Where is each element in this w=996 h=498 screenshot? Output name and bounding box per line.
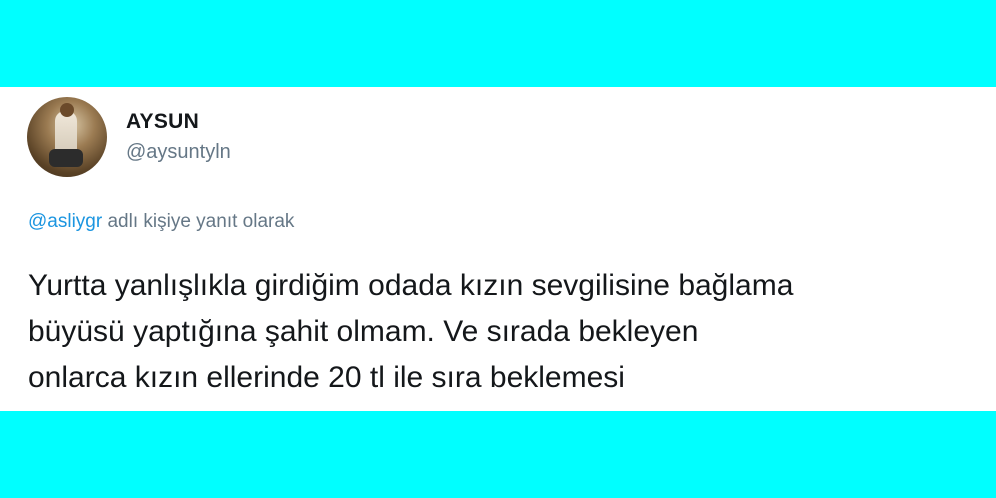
reply-context: @asliygr adlı kişiye yanıt olarak bbox=[28, 211, 294, 233]
author-name[interactable]: AYSUN bbox=[126, 110, 199, 134]
avatar-legs bbox=[49, 149, 83, 167]
tweet-text-line: büyüsü yaptığına şahit olmam. Ve sırada … bbox=[28, 315, 699, 348]
tweet-text: Yurtta yanlışlıkla girdiğim odada kızın … bbox=[28, 263, 978, 401]
tweet-card: AYSUN @aysuntyln @asliygr adlı kişiye ya… bbox=[0, 87, 996, 411]
avatar[interactable] bbox=[27, 97, 107, 177]
top-cyan-band bbox=[0, 0, 996, 87]
author-handle[interactable]: @aysuntyln bbox=[126, 141, 231, 164]
tweet-text-line: onlarca kızın ellerinde 20 tl ile sıra b… bbox=[28, 361, 625, 394]
tweet-text-line: Yurtta yanlışlıkla girdiğim odada kızın … bbox=[28, 269, 794, 302]
avatar-head bbox=[60, 103, 74, 117]
reply-suffix: adlı kişiye yanıt olarak bbox=[107, 211, 295, 232]
bottom-cyan-band bbox=[0, 411, 996, 498]
reply-mention-link[interactable]: @asliygr bbox=[28, 211, 102, 232]
